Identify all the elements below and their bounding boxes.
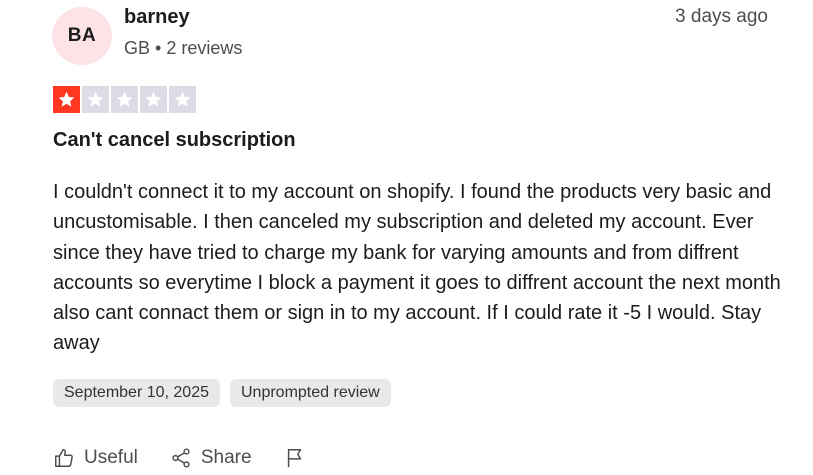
review-title[interactable]: Can't cancel subscription — [53, 129, 296, 152]
star-empty — [111, 86, 138, 113]
review-tags: September 10, 2025 Unprompted review — [53, 379, 391, 407]
reviewer-country: GB — [124, 38, 151, 58]
meta-separator: • — [155, 38, 162, 58]
share-label: Share — [200, 447, 252, 468]
useful-button[interactable]: Useful — [53, 447, 138, 469]
star-icon — [116, 91, 133, 107]
review-type-tag[interactable]: Unprompted review — [230, 379, 391, 407]
star-icon — [174, 91, 191, 107]
star-empty — [169, 86, 196, 113]
review-actions: Useful Share — [53, 447, 347, 469]
useful-label: Useful — [84, 447, 138, 468]
star-filled — [53, 86, 80, 113]
star-empty — [140, 86, 167, 113]
thumbs-up-icon — [55, 449, 73, 467]
star-rating — [53, 86, 196, 113]
report-button[interactable] — [284, 447, 315, 469]
reviewer-name[interactable]: barney — [124, 6, 190, 29]
reviewer-review-count: 2 reviews — [166, 38, 243, 58]
date-tag: September 10, 2025 — [53, 379, 220, 407]
avatar-initials: BA — [67, 25, 97, 46]
star-empty — [82, 86, 109, 113]
reviewer-meta: GB • 2 reviews — [124, 38, 242, 59]
share-button[interactable]: Share — [170, 447, 252, 469]
posted-ago: 3 days ago — [675, 6, 768, 27]
star-icon — [145, 91, 162, 107]
review-body: I couldn't connect it to my account on s… — [53, 181, 781, 355]
star-icon — [58, 91, 75, 107]
star-icon — [87, 91, 104, 107]
flag-icon — [287, 449, 301, 468]
avatar: BA — [52, 7, 112, 65]
share-icon — [172, 448, 190, 468]
